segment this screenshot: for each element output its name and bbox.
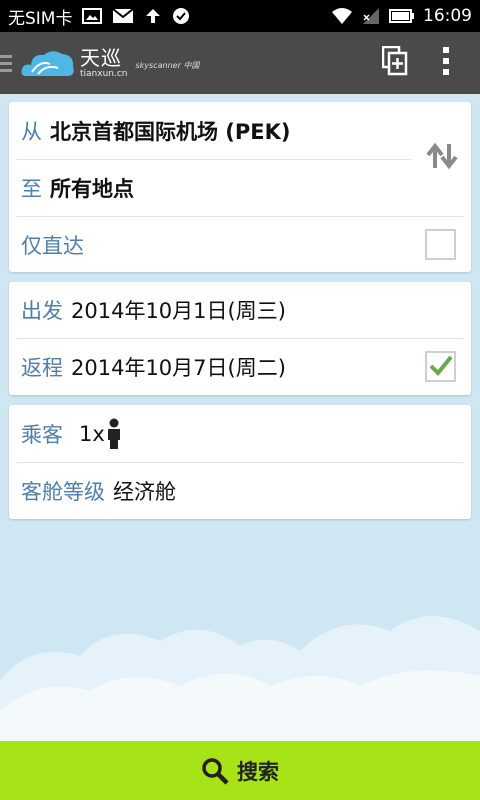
add-page-icon[interactable] bbox=[381, 45, 408, 80]
passengers-card: 乘客 1x 客舱等级 经济舱 bbox=[9, 405, 471, 519]
direct-only-label: 仅直达 bbox=[21, 233, 84, 258]
drawer-indicator-icon[interactable] bbox=[0, 54, 14, 72]
to-row[interactable]: 至 所有地点 bbox=[9, 160, 411, 216]
check-notification-icon bbox=[172, 7, 190, 25]
person-icon bbox=[107, 418, 120, 449]
direct-only-row[interactable]: 仅直达 bbox=[9, 217, 471, 272]
depart-label: 出发 bbox=[21, 299, 63, 323]
cabin-class-row[interactable]: 客舱等级 经济舱 bbox=[9, 463, 471, 519]
checkmark-icon bbox=[429, 355, 453, 376]
route-card: 从 北京首都国际机场 (PEK) 至 所有地点 仅直达 bbox=[9, 102, 471, 272]
carrier-text: 无SIM卡 bbox=[8, 8, 73, 29]
app-logo: 天巡 tianxun.cn skyscanner 中国 bbox=[20, 46, 199, 80]
status-bar: 无SIM卡 16:09 bbox=[0, 0, 480, 32]
direct-only-checkbox[interactable] bbox=[425, 229, 456, 260]
return-value: 2014年10月7日(周二) bbox=[71, 356, 286, 380]
to-value: 所有地点 bbox=[50, 177, 134, 201]
return-row[interactable]: 返程 2014年10月7日(周二) bbox=[9, 339, 411, 395]
passenger-count: 1x bbox=[79, 421, 105, 446]
upload-notification-icon bbox=[144, 7, 162, 25]
image-notification-icon bbox=[82, 8, 103, 24]
cloud-logo-icon bbox=[21, 51, 74, 76]
logo-domain: tianxun.cn bbox=[80, 69, 128, 79]
app-bar: 天巡 tianxun.cn skyscanner 中国 bbox=[0, 32, 480, 94]
passengers-label: 乘客 bbox=[21, 422, 63, 447]
logo-brand: skyscanner 中国 bbox=[135, 61, 200, 70]
battery-icon bbox=[389, 8, 415, 24]
cabin-class-label: 客舱等级 bbox=[21, 480, 105, 504]
wifi-icon bbox=[331, 7, 353, 25]
signal-icon bbox=[361, 7, 381, 25]
swap-airports-icon[interactable] bbox=[425, 142, 459, 174]
cabin-class-value: 经济舱 bbox=[113, 480, 176, 504]
search-icon bbox=[202, 757, 229, 785]
from-value: 北京首都国际机场 (PEK) bbox=[50, 119, 291, 144]
clouds-decoration bbox=[0, 616, 480, 741]
depart-row[interactable]: 出发 2014年10月1日(周三) bbox=[9, 282, 471, 338]
from-row[interactable]: 从 北京首都国际机场 (PEK) bbox=[9, 102, 411, 159]
return-checkbox[interactable] bbox=[425, 351, 456, 382]
return-label: 返程 bbox=[21, 356, 63, 380]
to-label: 至 bbox=[21, 177, 42, 201]
overflow-menu-icon[interactable] bbox=[442, 46, 450, 80]
from-label: 从 bbox=[21, 119, 42, 144]
search-label: 搜索 bbox=[237, 759, 279, 784]
search-button[interactable]: 搜索 bbox=[0, 741, 480, 800]
dates-card: 出发 2014年10月1日(周三) 返程 2014年10月7日(周二) bbox=[9, 282, 471, 395]
logo-title: 天巡 bbox=[80, 46, 122, 70]
passengers-row[interactable]: 乘客 1x bbox=[9, 405, 471, 462]
mail-notification-icon bbox=[112, 8, 135, 24]
depart-value: 2014年10月1日(周三) bbox=[71, 299, 286, 323]
clock-text: 16:09 bbox=[423, 6, 472, 26]
